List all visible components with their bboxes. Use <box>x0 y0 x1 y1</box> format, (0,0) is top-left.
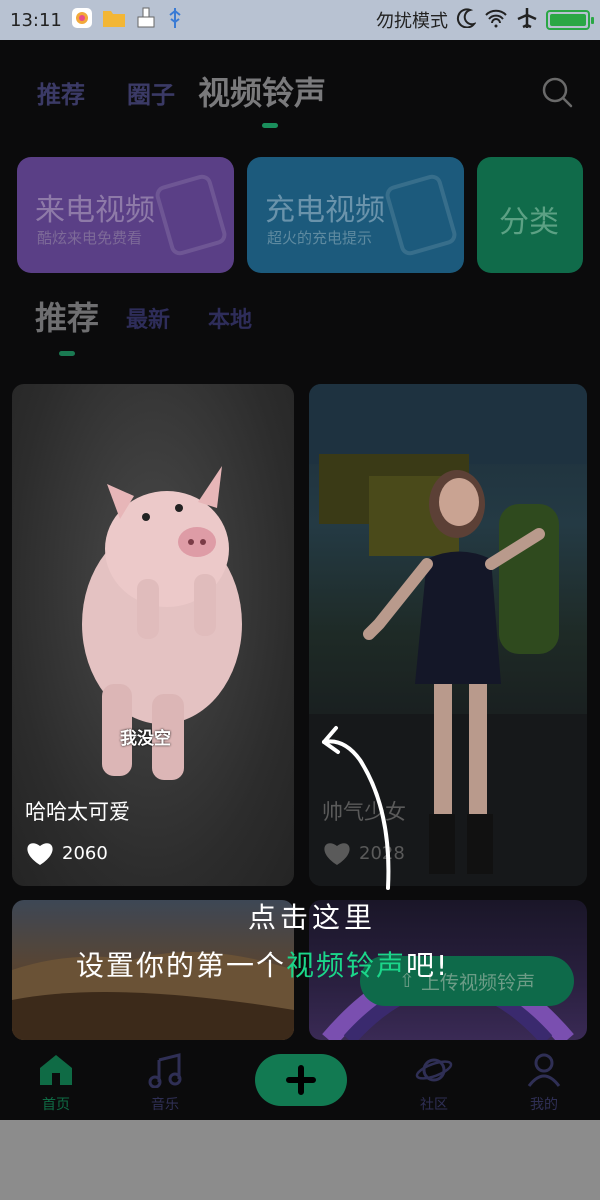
incoming-call-video-banner[interactable]: 来电视频 酷炫来电免费看 <box>17 157 234 273</box>
nav-label: 首页 <box>42 1097 70 1113</box>
like-count: 2060 <box>25 840 108 866</box>
heart-icon[interactable] <box>25 840 55 866</box>
category-banner[interactable]: 分类 <box>477 157 583 273</box>
banner-title: 充电视频 <box>265 193 385 228</box>
user-icon <box>527 1053 561 1087</box>
subtab-local[interactable]: 本地 <box>208 302 252 334</box>
video-card[interactable]: 我没空 哈哈太可爱 2060 <box>12 384 294 886</box>
nav-home[interactable]: 首页 <box>21 1052 91 1114</box>
banner-title: 分类 <box>499 205 559 240</box>
status-bar: 13:11 勿扰模式 <box>0 0 600 40</box>
moon-icon <box>456 7 477 33</box>
like-number: 2060 <box>62 842 108 864</box>
hint-suffix: 吧! <box>406 949 450 982</box>
dnd-label: 勿扰模式 <box>376 11 448 32</box>
usb-icon <box>166 7 184 34</box>
tab-recommend[interactable]: 推荐 <box>37 75 85 110</box>
top-tab-bar: 推荐 圈子 视频铃声 <box>0 60 600 130</box>
phone-deco-icon <box>153 172 229 258</box>
charging-video-banner[interactable]: 充电视频 超火的充电提示 <box>247 157 464 273</box>
planet-icon <box>415 1058 453 1082</box>
cleaner-icon <box>135 7 157 34</box>
nav-label: 社区 <box>420 1097 448 1113</box>
tab-circle[interactable]: 圈子 <box>127 75 175 110</box>
subtab-recommend[interactable]: 推荐 <box>35 293 99 339</box>
banner-subtitle: 酷炫来电免费看 <box>37 229 143 247</box>
battery-deco-icon <box>383 172 459 258</box>
folder-icon <box>102 8 126 33</box>
nav-profile[interactable]: 我的 <box>509 1052 579 1114</box>
hint-highlight: 视频铃声 <box>286 949 407 982</box>
video-caption: 我没空 <box>120 729 171 749</box>
wifi-icon <box>484 8 508 33</box>
nav-label: 我的 <box>530 1097 558 1113</box>
battery-icon <box>546 10 594 30</box>
airplane-icon <box>516 7 538 34</box>
hint-line-2: 设置你的第一个视频铃声吧! <box>76 944 449 984</box>
status-time: 13:11 <box>10 9 62 31</box>
tab-video-ringtone[interactable]: 视频铃声 <box>198 68 326 114</box>
add-button[interactable] <box>255 1054 347 1106</box>
app-screen: 13:11 勿扰模式 推荐 圈子 视频铃声 来电视频 酷炫来电免费看 充电视频 … <box>0 0 600 1120</box>
banner-subtitle: 超火的充电提示 <box>267 229 373 247</box>
hint-arrow-icon <box>322 726 391 890</box>
subtab-indicator <box>59 351 75 356</box>
banner-title: 来电视频 <box>35 193 155 228</box>
nav-community[interactable]: 社区 <box>399 1052 469 1114</box>
search-icon[interactable] <box>540 75 574 109</box>
music-icon <box>148 1053 182 1089</box>
app-notification-icon <box>71 7 93 34</box>
active-tab-indicator <box>262 123 278 128</box>
plus-icon <box>286 1065 316 1095</box>
nav-music[interactable]: 音乐 <box>130 1052 200 1114</box>
hint-line-1: 点击这里 <box>248 901 377 934</box>
hint-prefix: 设置你的第一个 <box>76 949 287 982</box>
home-icon <box>40 1055 72 1085</box>
subtab-latest[interactable]: 最新 <box>126 302 170 334</box>
nav-label: 音乐 <box>151 1097 179 1113</box>
video-title: 哈哈太可爱 <box>25 800 130 824</box>
bottom-nav: 首页 音乐 社区 我的 <box>0 1040 600 1120</box>
